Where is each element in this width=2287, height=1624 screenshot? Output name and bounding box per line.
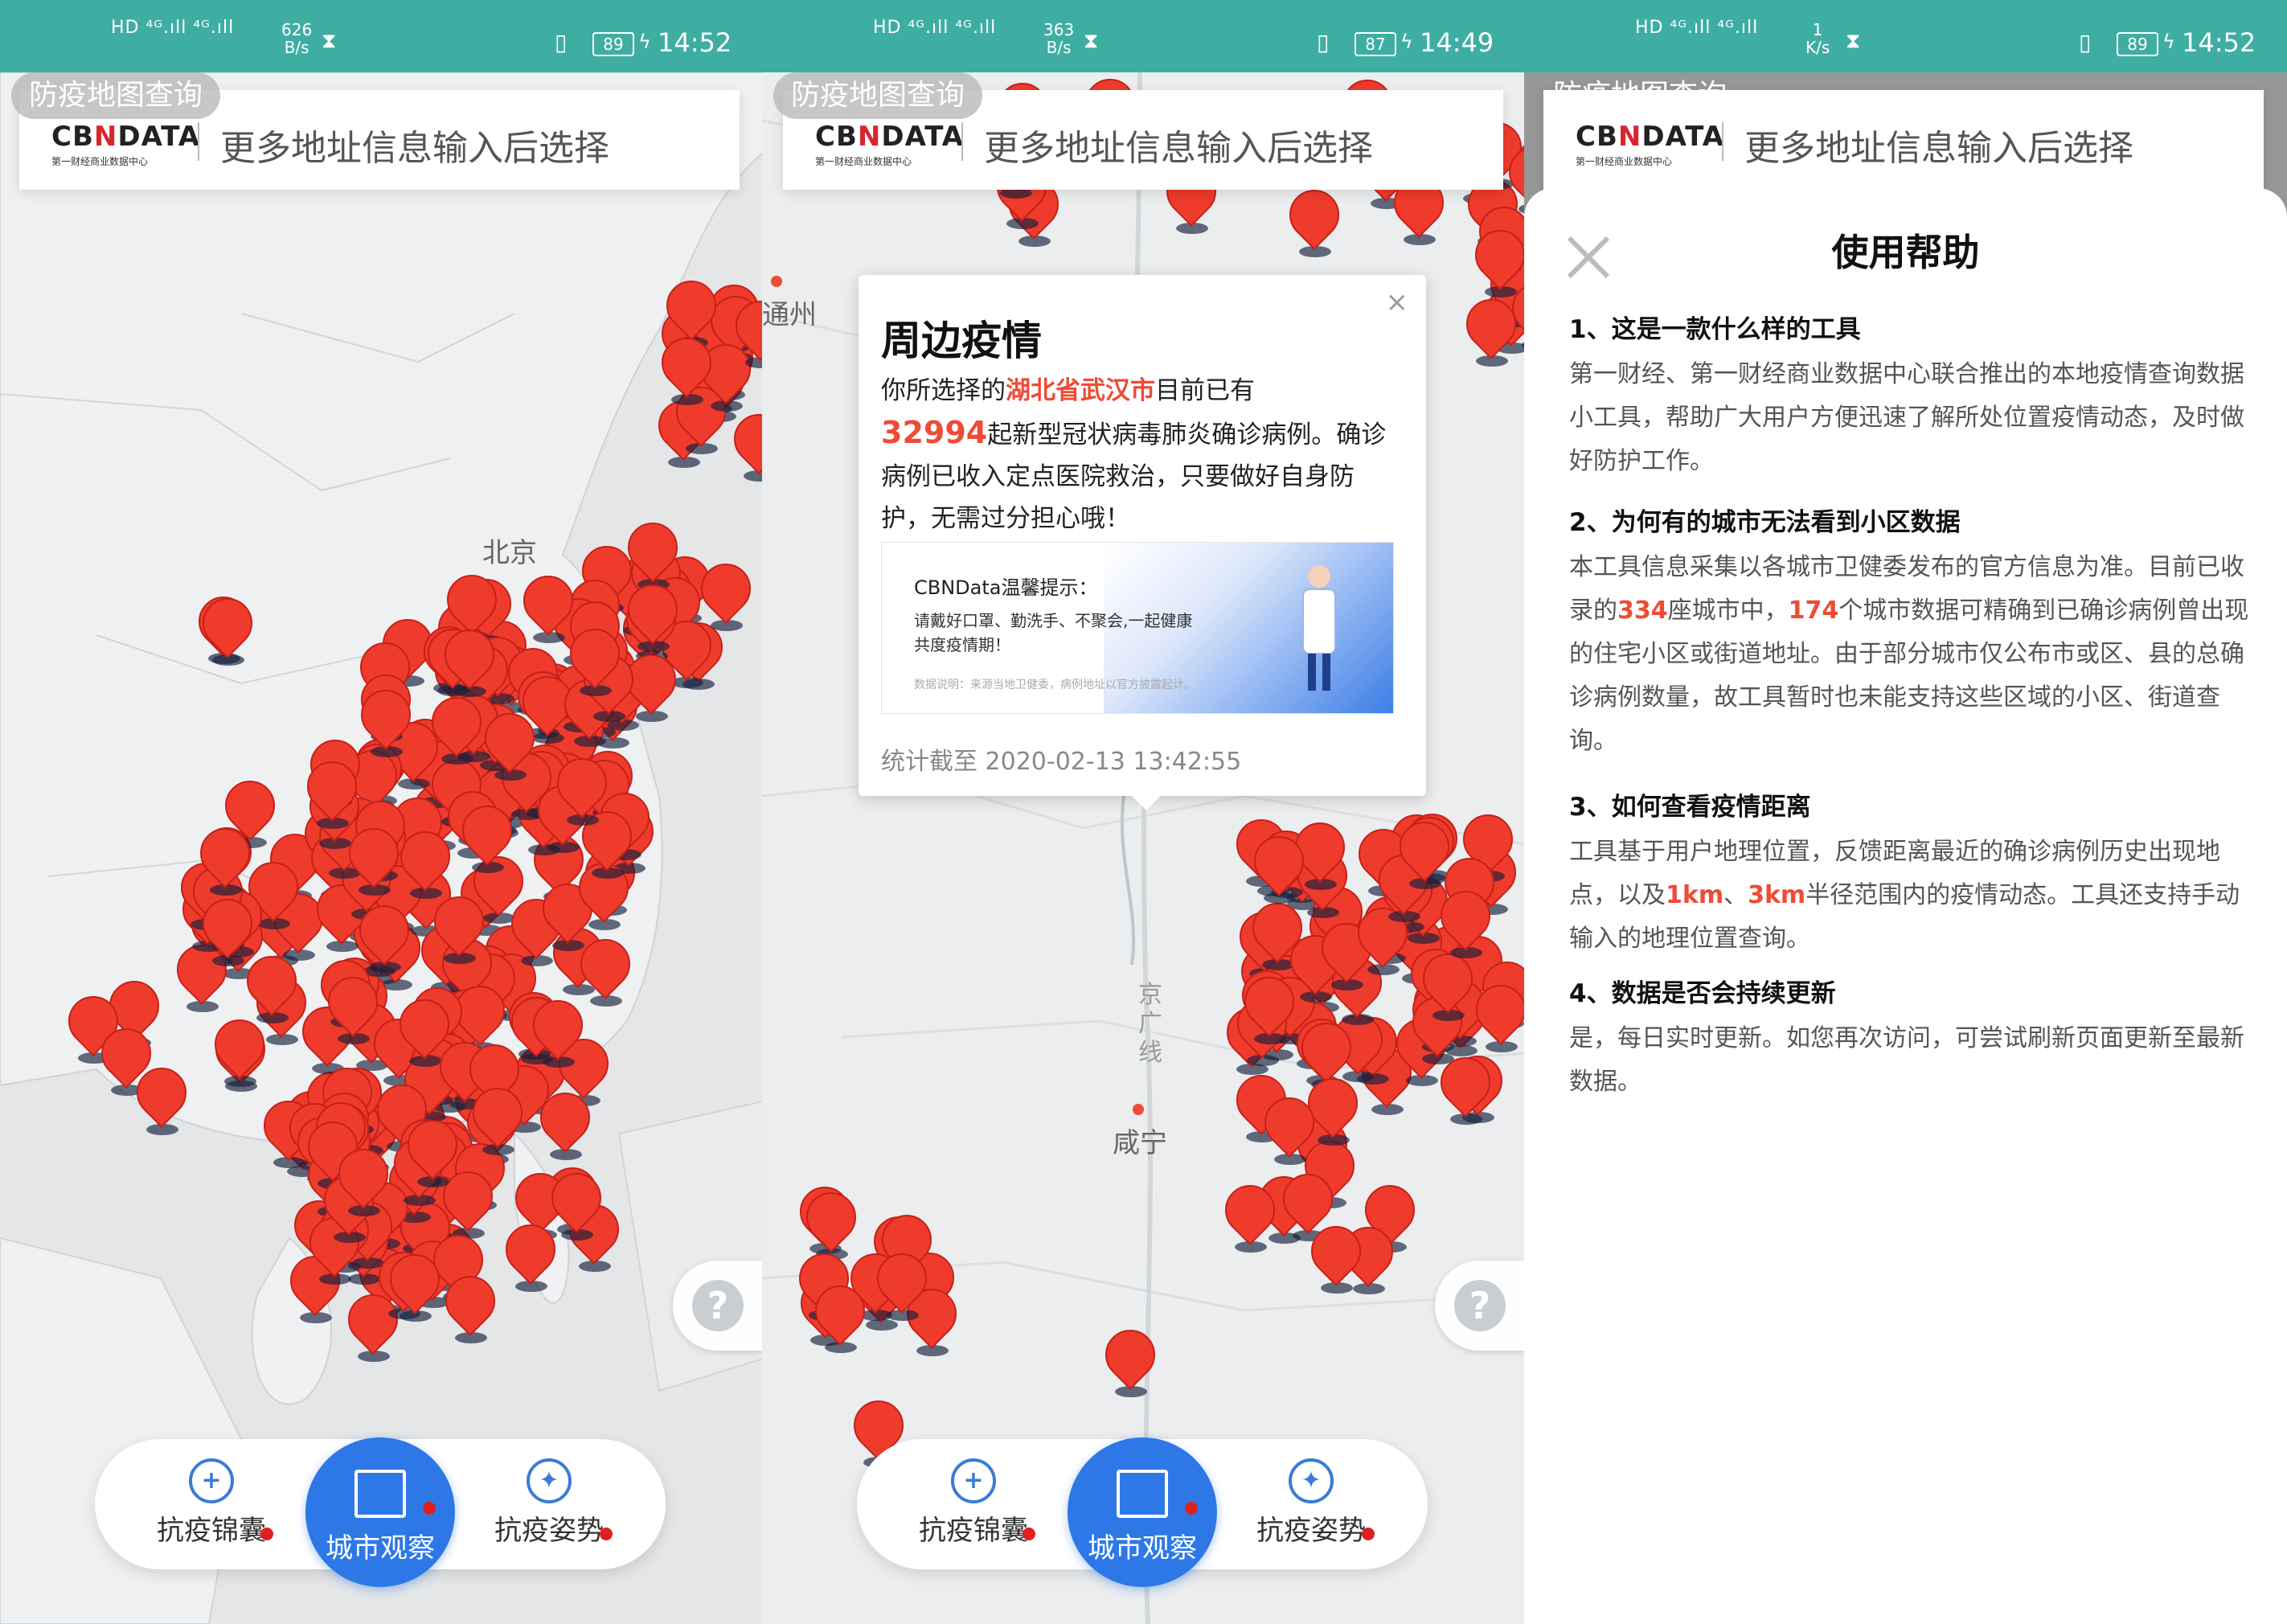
bag-icon: +	[951, 1458, 996, 1503]
notification-dot	[260, 1528, 273, 1540]
building-icon	[355, 1470, 406, 1518]
hourglass-icon: ⧗	[1846, 29, 1861, 53]
help-section-3: 3、如何查看疫情距离 工具基于用户地理位置，反馈距离最近的确诊病例历史出现地点，…	[1569, 786, 2257, 961]
question-icon: ?	[1454, 1280, 1506, 1331]
nav-item-posture[interactable]: ✦ 抗疫姿势	[1243, 1458, 1379, 1555]
tip-body: 请戴好口罩、勤洗手、不聚会,一起健康共度疫情期！	[914, 611, 1193, 654]
popup-pointer	[1132, 796, 1161, 810]
bottom-nav: + 抗疫锦囊 城市观察 ✦ 抗疫姿势	[95, 1437, 666, 1587]
case-count: 32994	[881, 415, 988, 450]
search-divider	[198, 122, 199, 161]
search-divider	[961, 122, 963, 161]
nav-item-city[interactable]: 城市观察	[305, 1437, 455, 1587]
help-sheet: 使用帮助 1、这是一款什么样的工具 第一财经、第一财经商业数据中心联合推出的本地…	[1524, 188, 2287, 1624]
help-title: 使用帮助	[1831, 231, 1980, 274]
notification-dot	[600, 1528, 613, 1540]
bag-icon: +	[189, 1458, 234, 1503]
charging-icon: ϟ	[638, 31, 651, 53]
tip-note: 数据说明：来源当地卫健委，病例地址以官方披露起计。	[914, 679, 1195, 691]
popup-summary: 你所选择的湖北省武汉市目前已有 32994起新型冠状病毒肺炎确诊病例。确诊病例已…	[881, 376, 1387, 533]
pushpin-icon: ✦	[1289, 1458, 1334, 1503]
clock: 14:49	[1420, 27, 1494, 58]
map-label-tongzhou: 通州	[762, 299, 817, 331]
help-button[interactable]: ?	[673, 1261, 763, 1351]
notification-dot	[1362, 1528, 1375, 1540]
help-section-1: 1、这是一款什么样的工具 第一财经、第一财经商业数据中心联合推出的本地疫情查询数…	[1569, 309, 2257, 483]
map-label-xianning: 咸宁	[1113, 1127, 1167, 1159]
status-bar: HD ⁴ᴳ.ıll ⁴ᴳ.ıll 1 K/s ⧗ ▯ 89 ϟ 14:52	[1524, 0, 2287, 72]
search-divider	[1722, 122, 1723, 161]
network-speed: 626 B/s	[281, 20, 313, 57]
status-bar: HD ⁴ᴳ.ıll ⁴ᴳ.ıll 363 B/s ⧗ ▯ 87 ϟ 14:49	[762, 0, 1525, 72]
city-count: 334	[1617, 597, 1668, 625]
bottom-nav: + 抗疫锦囊 城市观察 ✦ 抗疫姿势	[857, 1437, 1428, 1587]
nearby-epidemic-popup: × 周边疫情 你所选择的湖北省武汉市目前已有 32994起新型冠状病毒肺炎确诊病…	[859, 275, 1426, 810]
radius-3km: 3km	[1748, 881, 1806, 909]
tip-banner: CBNData温馨提示： 请戴好口罩、勤洗手、不聚会,一起健康共度疫情期！ 数据…	[881, 542, 1394, 714]
app-title-chip: 防疫地图查询	[11, 72, 221, 119]
map-label-beijing: 北京	[482, 537, 537, 569]
question-icon: ?	[692, 1280, 744, 1331]
battery-level: 89	[2117, 32, 2158, 56]
vibrate-icon: ▯	[2079, 29, 2092, 55]
screen-help: HD ⁴ᴳ.ıll ⁴ᴳ.ıll 1 K/s ⧗ ▯ 89 ϟ 14:52 CB…	[1524, 0, 2287, 1624]
app-title-chip: 防疫地图查询	[773, 72, 983, 119]
screen-map-popup: HD ⁴ᴳ.ıll ⁴ᴳ.ıll 363 B/s ⧗ ▯ 87 ϟ 14:49 …	[762, 0, 1525, 1624]
cbndata-logo: CBNDATA 第一财经商业数据中心	[51, 121, 201, 167]
selected-location: 湖北省武汉市	[1006, 376, 1155, 405]
stats-timestamp: 统计截至 2020-02-13 13:42:55	[881, 748, 1242, 776]
search-input[interactable]: 更多地址信息输入后选择	[1744, 119, 2133, 170]
search-input[interactable]: 更多地址信息输入后选择	[220, 119, 609, 170]
clock: 14:52	[658, 27, 732, 58]
section-body: 本工具信息采集以各城市卫健委发布的官方信息为准。目前已收录的334座城市中，17…	[1569, 553, 2249, 755]
nav-item-tips[interactable]: + 抗疫锦囊	[143, 1458, 280, 1555]
battery-level: 89	[592, 32, 634, 56]
screen-map-overview: HD ⁴ᴳ.ıll ⁴ᴳ.ıll 626 B/s ⧗ ▯ 89 ϟ 14:52 …	[0, 0, 763, 1624]
section-heading: 3、如何查看疫情距离	[1569, 793, 1811, 822]
vibrate-icon: ▯	[555, 29, 568, 55]
section-heading: 4、数据是否会持续更新	[1569, 979, 1836, 1008]
network-speed: 1 K/s	[1805, 20, 1830, 57]
notification-dot	[423, 1502, 436, 1515]
radius-1km: 1km	[1666, 881, 1724, 909]
status-bar: HD ⁴ᴳ.ıll ⁴ᴳ.ıll 626 B/s ⧗ ▯ 89 ϟ 14:52	[0, 0, 763, 72]
help-section-2: 2、为何有的城市无法看到小区数据 本工具信息采集以各城市卫健委发布的官方信息为准…	[1569, 502, 2257, 763]
notification-dot	[1185, 1502, 1198, 1515]
nav-item-posture[interactable]: ✦ 抗疫姿势	[481, 1458, 617, 1555]
doctor-icon	[1302, 565, 1336, 691]
close-icon[interactable]: ×	[1386, 286, 1409, 318]
precise-city-count: 174	[1788, 597, 1839, 625]
section-body: 是，每日实时更新。如您再次访问，可尝试刷新页面更新至最新数据。	[1569, 1024, 2244, 1096]
search-input[interactable]: 更多地址信息输入后选择	[984, 119, 1373, 170]
section-heading: 2、为何有的城市无法看到小区数据	[1569, 508, 1961, 537]
network-speed: 363 B/s	[1043, 20, 1075, 57]
pushpin-icon: ✦	[527, 1458, 572, 1503]
nav-item-city[interactable]: 城市观察	[1068, 1437, 1217, 1587]
hourglass-icon: ⧗	[1084, 29, 1099, 53]
building-icon	[1117, 1470, 1168, 1518]
tip-title: CBNData温馨提示：	[914, 576, 1098, 599]
signal-indicators: HD ⁴ᴳ.ıll ⁴ᴳ.ıll	[111, 18, 235, 38]
charging-icon: ϟ	[2162, 31, 2175, 53]
section-body: 第一财经、第一财经商业数据中心联合推出的本地疫情查询数据小工具，帮助广大用户方便…	[1569, 360, 2244, 475]
map-label-railway: 京广线	[1138, 981, 1162, 1067]
app-title-chip: 防疫地图查询	[1553, 79, 1728, 112]
battery-level: 87	[1355, 32, 1396, 56]
section-heading: 1、这是一款什么样的工具	[1569, 315, 1861, 344]
cbndata-logo: CBNDATA 第一财经商业数据中心	[1576, 121, 1725, 167]
map-canvas[interactable]: 北京	[0, 72, 763, 1624]
help-button[interactable]: ?	[1435, 1261, 1525, 1351]
signal-indicators: HD ⁴ᴳ.ıll ⁴ᴳ.ıll	[873, 18, 997, 38]
popup-title: 周边疫情	[881, 318, 1042, 364]
cbndata-logo: CBNDATA 第一财经商业数据中心	[815, 121, 965, 167]
notification-dot	[1023, 1528, 1035, 1540]
section-body: 工具基于用户地理位置，反馈距离最近的确诊病例历史出现地点，以及1km、3km半径…	[1569, 838, 2240, 953]
hourglass-icon: ⧗	[322, 29, 337, 53]
charging-icon: ϟ	[1400, 31, 1413, 53]
nav-item-tips[interactable]: + 抗疫锦囊	[905, 1458, 1042, 1555]
signal-indicators: HD ⁴ᴳ.ıll ⁴ᴳ.ıll	[1635, 18, 1759, 38]
vibrate-icon: ▯	[1317, 29, 1330, 55]
help-section-4: 4、数据是否会持续更新 是，每日实时更新。如您再次访问，可尝试刷新页面更新至最新…	[1569, 973, 2257, 1104]
clock: 14:52	[2182, 27, 2256, 58]
